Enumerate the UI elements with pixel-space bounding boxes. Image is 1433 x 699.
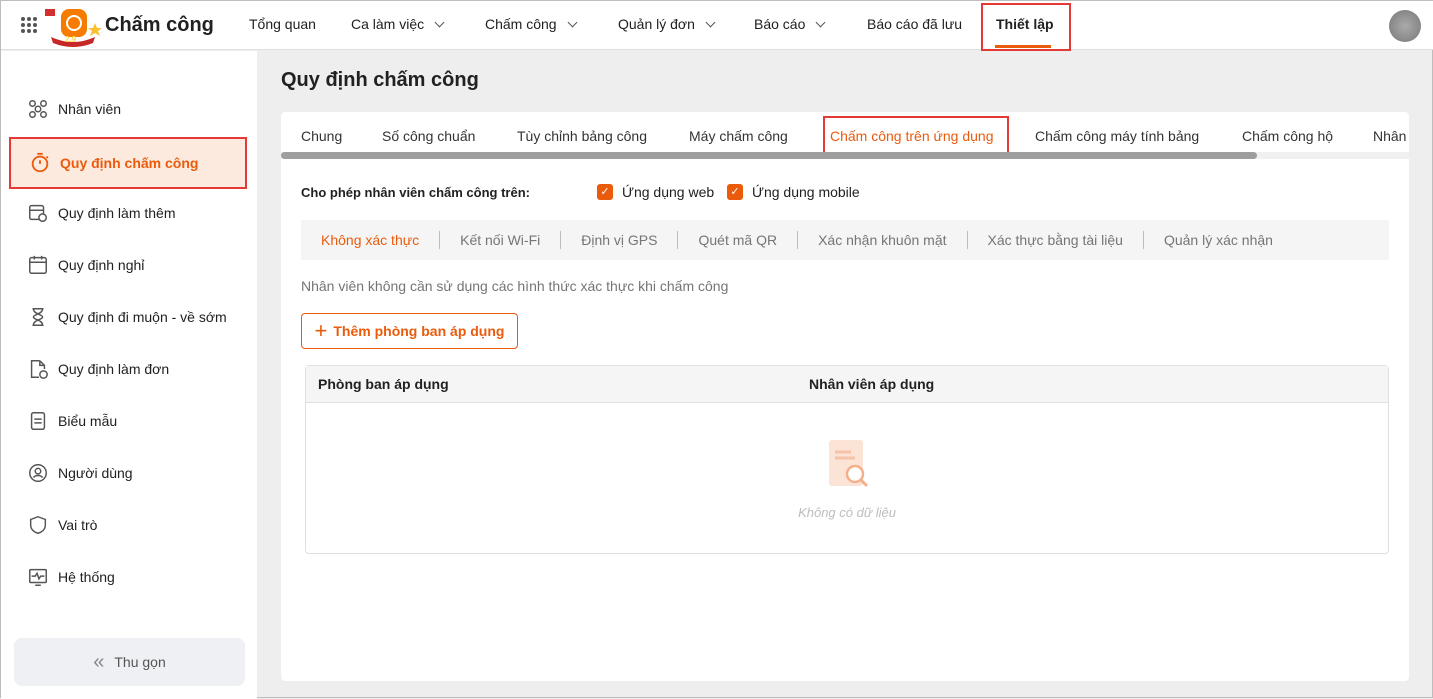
tab-chung[interactable]: Chung: [301, 128, 342, 144]
chevron-down-icon: [705, 17, 716, 28]
nav-bao-cao[interactable]: Báo cáo: [754, 16, 826, 32]
page-title: Quy định chấm công: [281, 69, 479, 91]
tab-tuy-chinh-bang-cong[interactable]: Tùy chỉnh bảng công: [517, 128, 647, 144]
tabs-scrollbar[interactable]: [281, 152, 1257, 159]
checkbox-checked-icon: ✓: [727, 184, 743, 200]
checkbox-mobile[interactable]: ✓ Ứng dụng mobile: [727, 184, 860, 200]
calendar-clock-icon: [29, 204, 47, 222]
empty-text: Không có dữ liệu: [798, 505, 896, 520]
app-grid-icon[interactable]: [21, 17, 37, 33]
double-chevron-left-icon: «: [93, 650, 105, 673]
nav-tong-quan[interactable]: Tổng quan: [249, 16, 316, 32]
add-department-button[interactable]: + Thêm phòng ban áp dụng: [301, 313, 518, 349]
permission-label: Cho phép nhân viên chấm công trên:: [301, 185, 530, 200]
calendar-icon: [29, 255, 47, 274]
brand-name: Chấm công: [105, 14, 214, 36]
column-header: Phòng ban áp dụng: [318, 376, 449, 392]
sidebar-item-quy-dinh-lam-don[interactable]: Quy định làm đơn: [1, 349, 257, 389]
sidebar: Nhân viên Quy định chấm công Quy định là…: [1, 51, 257, 699]
highlight-box: [823, 116, 1009, 156]
nav-bao-cao-da-luu[interactable]: Báo cáo đã lưu: [867, 16, 962, 32]
stopwatch-icon: [31, 152, 49, 173]
sidebar-item-he-thong[interactable]: Hệ thống: [1, 557, 257, 597]
chevron-down-icon: [815, 17, 826, 28]
svg-text:2.9: 2.9: [65, 35, 77, 44]
department-table: Phòng ban áp dụng Nhân viên áp dụng Khôn…: [305, 365, 1389, 554]
subtab-wifi[interactable]: Kết nối Wi-Fi: [439, 231, 560, 249]
form-icon: [30, 412, 46, 430]
app-logo: 2.9: [45, 9, 102, 47]
collapse-button[interactable]: «Thu gọn: [14, 638, 245, 686]
subtab-khong-xac-thuc[interactable]: Không xác thực: [321, 231, 439, 249]
hourglass-icon: [32, 308, 44, 326]
settings-card: Chung Số công chuẩn Tùy chỉnh bảng công …: [281, 112, 1409, 681]
sidebar-item-quy-dinh-di-muon[interactable]: Quy định đi muộn - về sớm: [1, 297, 257, 337]
column-header: Nhân viên áp dụng: [809, 376, 935, 392]
chevron-down-icon: [434, 17, 445, 28]
checkbox-checked-icon: ✓: [597, 184, 613, 200]
description: Nhân viên không cần sử dụng các hình thứ…: [301, 278, 729, 294]
sidebar-item-nhan-vien[interactable]: Nhân viên: [1, 89, 257, 129]
sidebar-item-quy-dinh-nghi[interactable]: Quy định nghỉ: [1, 245, 257, 285]
subtab-face[interactable]: Xác nhận khuôn mặt: [797, 231, 966, 249]
chevron-down-icon: [567, 17, 578, 28]
nav-cham-cong[interactable]: Chấm công: [485, 16, 578, 32]
auth-subtabs: Không xác thực Kết nối Wi-Fi Định vị GPS…: [301, 220, 1389, 260]
empty-state: Không có dữ liệu: [306, 436, 1388, 520]
empty-document-icon: [829, 440, 869, 488]
subtab-qr[interactable]: Quét mã QR: [677, 231, 797, 249]
sidebar-item-nguoi-dung[interactable]: Người dùng: [1, 453, 257, 493]
tab-nhan[interactable]: Nhân: [1373, 128, 1406, 144]
people-icon: [29, 100, 47, 118]
sidebar-item-quy-dinh-lam-them[interactable]: Quy định làm thêm: [1, 193, 257, 233]
sidebar-item-vai-tro[interactable]: Vai trò: [1, 505, 257, 545]
table-header: Phòng ban áp dụng Nhân viên áp dụng: [306, 366, 1388, 403]
checkbox-web[interactable]: ✓ Ứng dụng web: [597, 184, 714, 200]
sidebar-item-bieu-mau[interactable]: Biểu mẫu: [1, 401, 257, 441]
subtab-manage[interactable]: Quản lý xác nhận: [1142, 231, 1293, 249]
tab-cham-cong-may-tinh-bang[interactable]: Chấm công máy tính bảng: [1035, 128, 1199, 144]
monitor-icon: [29, 568, 47, 586]
sidebar-item-quy-dinh-cham-cong[interactable]: Quy định chấm công: [9, 137, 247, 189]
highlight-box: [981, 3, 1071, 51]
nav-ca-lam-viec[interactable]: Ca làm việc: [351, 16, 445, 32]
subtab-document[interactable]: Xác thực bằng tài liệu: [966, 231, 1143, 249]
subtab-gps[interactable]: Định vị GPS: [560, 231, 677, 249]
tab-so-cong-chuan[interactable]: Số công chuẩn: [382, 128, 475, 144]
nav-quan-ly-don[interactable]: Quản lý đơn: [618, 16, 716, 32]
shield-icon: [29, 515, 47, 535]
tab-may-cham-cong[interactable]: Máy chấm công: [689, 128, 788, 144]
tab-cham-cong-ho[interactable]: Chấm công hộ: [1242, 128, 1333, 144]
top-bar: 2.9 Chấm công Tổng quan Ca làm việc Chấm…: [1, 1, 1433, 51]
document-clock-icon: [30, 360, 48, 379]
user-icon: [29, 464, 47, 482]
plus-icon: +: [314, 318, 328, 343]
avatar[interactable]: [1389, 10, 1421, 42]
